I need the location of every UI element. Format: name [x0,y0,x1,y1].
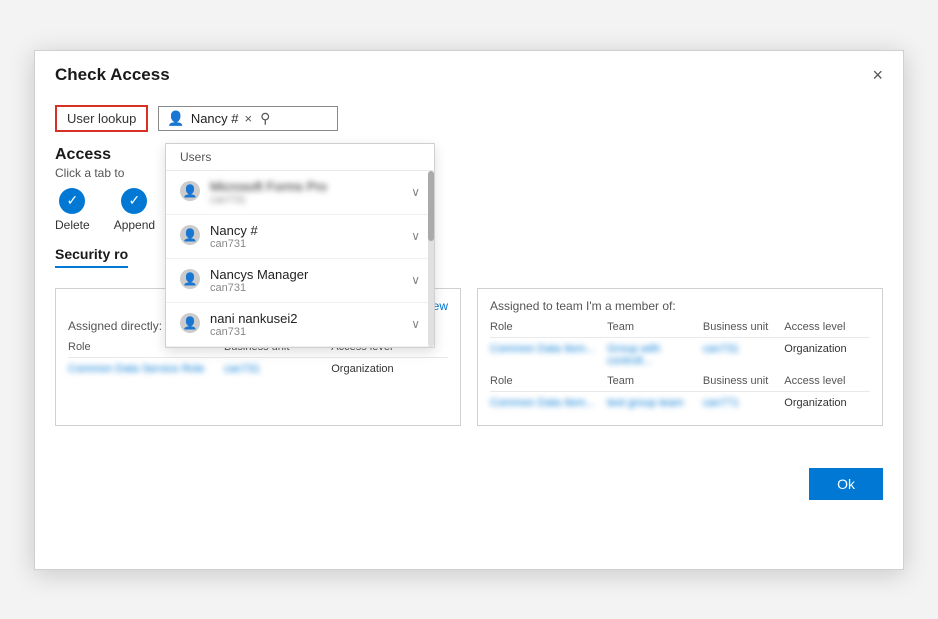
table-row: Common Data Item... Group with controll.… [490,343,870,367]
lookup-value: Nancy # [191,111,239,126]
item-sub: can731 [210,238,258,250]
chevron-icon: ∨ [411,273,420,287]
ok-button[interactable]: Ok [809,468,883,500]
table-header-2: Role Team Business unit Access level [490,375,870,392]
permission-append: ✓ Append [114,188,155,232]
item-sub: can731 [210,282,308,294]
access-value: Organization [784,343,870,355]
access-value: Organization [331,363,448,375]
ok-btn-row: Ok [35,456,903,516]
team-value: Group with controll... [607,343,693,367]
scrollbar-thumb [428,171,434,241]
item-name: nani nankusei2 [210,311,297,326]
perm-label: Append [114,218,155,232]
bu-value: can771 [703,397,774,409]
dialog-body: User lookup 👤 Nancy # × ⚲ Users 👤 Micros [35,95,903,446]
item-name: Nancy # [210,223,258,238]
lookup-input-box[interactable]: 👤 Nancy # × ⚲ [158,106,338,131]
col-header-bu: Business unit [703,321,774,333]
search-icon[interactable]: ⚲ [260,110,270,127]
access-value: Organization [784,397,870,409]
col-header-role: Role [490,375,597,387]
role-value: Common Data Item... [490,397,597,409]
user-lookup-label: User lookup [55,105,148,132]
check-icon: ✓ [121,188,147,214]
col-header-bu: Business unit [703,375,774,387]
chevron-icon: ∨ [411,229,420,243]
permission-delete: ✓ Delete [55,188,90,232]
col-header-access: Access level [784,321,870,333]
table-row: Common Data Service Role can731 Organiza… [68,363,448,375]
dialog-title: Check Access [55,65,170,85]
item-name: Nancys Manager [210,267,308,282]
check-access-dialog: Check Access × User lookup 👤 Nancy # × ⚲… [34,50,904,570]
col-header-access: Access level [784,375,870,387]
item-name: Microsoft Forms Pro [210,179,327,194]
list-item[interactable]: 👤 nani nankusei2 can731 ∨ [166,303,434,347]
item-sub: can731 [210,194,327,206]
user-dropdown: Users 👤 Microsoft Forms Pro can731 ∨ [165,143,435,348]
list-item[interactable]: 👤 Nancy # can731 ∨ [166,215,434,259]
team-assigned-panel: Assigned to team I'm a member of: Role T… [477,288,883,426]
team-value: test group team [607,397,693,409]
dialog-header: Check Access × [35,51,903,95]
dropdown-header: Users [166,144,434,171]
col-header-role: Role [490,321,597,333]
chevron-icon: ∨ [411,185,420,199]
avatar: 👤 [180,269,200,289]
col-header-team: Team [607,321,693,333]
check-icon: ✓ [59,188,85,214]
bu-value: can731 [703,343,774,355]
avatar: 👤 [180,181,200,201]
item-sub: can731 [210,326,297,338]
avatar: 👤 [180,313,200,333]
team-panel-label: Assigned to team I'm a member of: [490,299,870,313]
chevron-icon: ∨ [411,317,420,331]
perm-label: Delete [55,218,90,232]
lookup-clear-icon[interactable]: × [245,112,253,125]
table-row: Common Data Item... test group team can7… [490,397,870,409]
user-icon: 👤 [167,110,184,127]
col-header-team: Team [607,375,693,387]
role-value: Common Data Service Role [68,363,214,375]
user-lookup-row: User lookup 👤 Nancy # × ⚲ Users 👤 Micros [55,105,883,132]
bu-value: can731 [224,363,321,375]
scrollbar[interactable] [428,171,434,347]
avatar: 👤 [180,225,200,245]
close-button[interactable]: × [872,66,883,84]
security-roles-tab[interactable]: Security ro [55,246,128,268]
table-header: Role Team Business unit Access level [490,321,870,338]
list-item[interactable]: 👤 Nancys Manager can731 ∨ [166,259,434,303]
list-item[interactable]: 👤 Microsoft Forms Pro can731 ∨ [166,171,434,215]
role-value: Common Data Item... [490,343,597,355]
